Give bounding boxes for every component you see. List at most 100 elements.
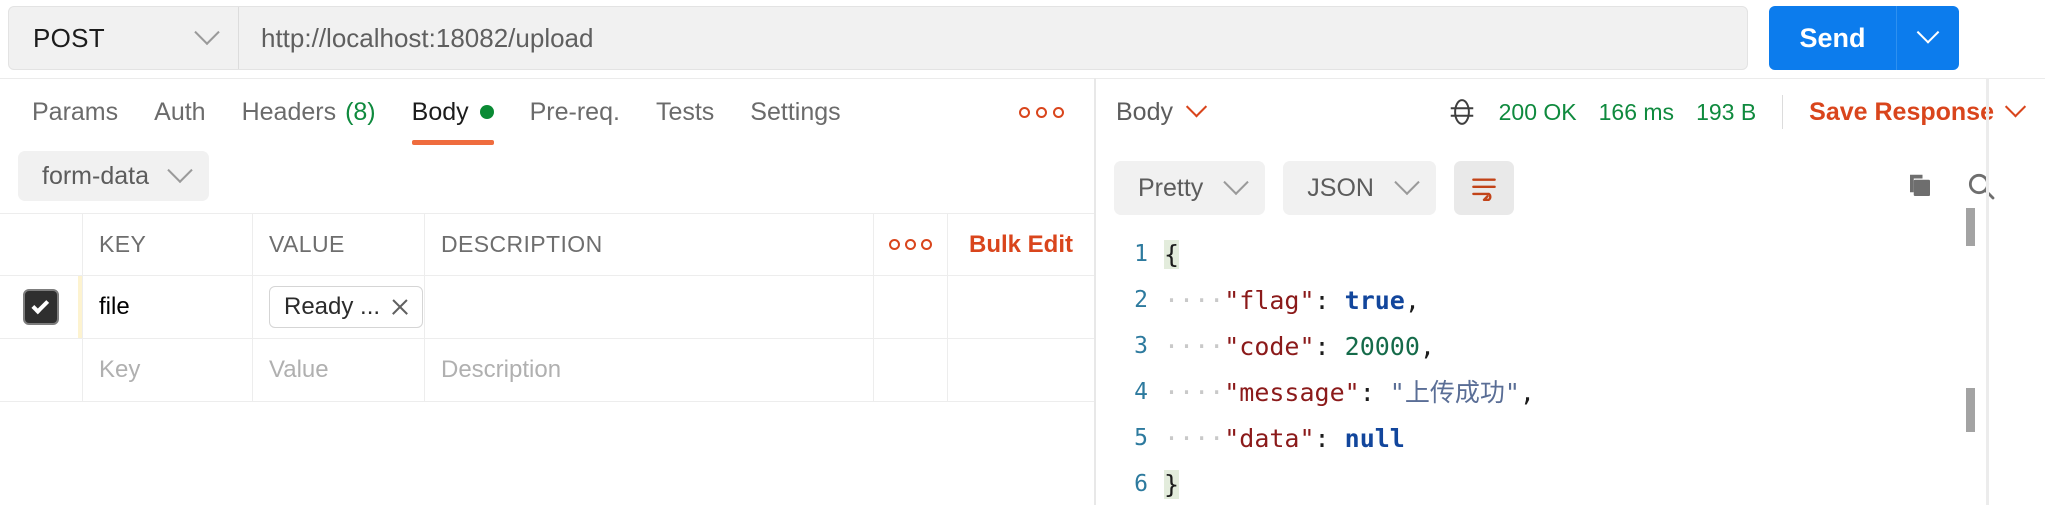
bulk-edit-button[interactable]: Bulk Edit <box>948 214 1094 275</box>
copy-icon[interactable] <box>1905 171 1935 206</box>
token-ind: ···· <box>1164 377 1225 407</box>
code-line-text: { <box>1164 239 1180 269</box>
header-cell-checkbox <box>0 214 83 275</box>
ellipsis-dot-icon <box>1019 106 1030 118</box>
token-brace: } <box>1164 469 1180 499</box>
http-method-selector[interactable]: POST <box>9 7 239 69</box>
token-punct: : <box>1314 285 1345 315</box>
token-key: "code" <box>1224 331 1315 361</box>
globe-icon[interactable] <box>1447 97 1477 127</box>
http-method-label: POST <box>33 22 105 53</box>
send-options-button[interactable] <box>1897 6 1959 70</box>
chevron-down-icon <box>1185 95 1208 117</box>
response-time[interactable]: 166 ms <box>1599 99 1674 126</box>
save-response-button[interactable]: Save Response <box>1809 95 2027 127</box>
tab-params[interactable]: Params <box>14 79 136 145</box>
response-section-label: Body <box>1116 97 1173 126</box>
right-edge-divider <box>1986 78 1989 505</box>
wrap-lines-button[interactable] <box>1453 161 1514 215</box>
body-type-selector[interactable]: form-data <box>18 151 209 201</box>
response-section-selector[interactable]: Body <box>1116 95 1208 127</box>
description-placeholder: Description <box>441 356 562 383</box>
new-row-value-input[interactable]: Value <box>253 339 425 401</box>
header-cell-value: VALUE <box>253 214 425 275</box>
response-tools <box>1905 170 2045 207</box>
body-active-dot-icon <box>479 105 494 119</box>
scrollbar-thumb[interactable] <box>1966 388 1975 432</box>
ellipsis-dot-icon <box>889 239 900 250</box>
tab-tests[interactable]: Tests <box>638 79 732 145</box>
chevron-down-icon <box>167 157 193 184</box>
tab-label: Headers <box>241 97 337 126</box>
new-row-description-input[interactable]: Description <box>425 339 874 401</box>
line-number: 1 <box>1134 241 1148 267</box>
chevron-down-icon <box>194 19 220 46</box>
row-key-input[interactable]: file <box>83 276 253 338</box>
table-row-empty: Key Value Description <box>0 339 1094 402</box>
code-line: 4 ····"message": "上传成功", <box>1096 369 2045 415</box>
headers-count-badge: (8) <box>345 97 376 126</box>
row-key-value: file <box>99 293 130 320</box>
ellipsis-dot-icon <box>921 239 932 250</box>
ellipsis-dot-icon <box>1036 106 1047 118</box>
header-label: VALUE <box>269 231 345 257</box>
new-row-key-input[interactable]: Key <box>83 339 253 401</box>
code-line: 6} <box>1096 461 2045 506</box>
line-number: 2 <box>1134 287 1148 313</box>
response-body-code[interactable]: 1{2 ····"flag": true, 3 ····"code": 20000, 4… <box>1096 231 2045 506</box>
response-scrollbar[interactable] <box>1966 78 1975 505</box>
body-type-row: form-data <box>0 145 1094 207</box>
url-input[interactable]: http://localhost:18082/upload <box>239 7 1747 69</box>
tab-label: Tests <box>655 97 715 126</box>
request-tabs: Params Auth Headers (8) Body Pre-req. Te… <box>0 79 1094 145</box>
token-ind: ···· <box>1164 423 1225 453</box>
ellipsis-dot-icon <box>905 239 916 250</box>
response-stats: 200 OK 166 ms 193 B Save Response <box>1447 95 2045 129</box>
request-panel: Params Auth Headers (8) Body Pre-req. Te… <box>0 78 1094 505</box>
response-language-label: JSON <box>1307 173 1374 202</box>
row-checkbox-cell <box>0 339 83 401</box>
tab-label: Body <box>411 97 469 126</box>
response-status[interactable]: 200 OK <box>1499 99 1577 126</box>
response-language-selector[interactable]: JSON <box>1283 161 1436 215</box>
header-label: KEY <box>99 231 147 257</box>
token-key: "flag" <box>1224 285 1315 315</box>
tab-headers[interactable]: Headers (8) <box>224 79 394 145</box>
send-button[interactable]: Send <box>1769 6 1897 70</box>
tab-pre-request[interactable]: Pre-req. <box>512 79 638 145</box>
token-punct: , <box>1404 285 1420 315</box>
row-more-cell[interactable] <box>874 339 948 401</box>
file-chip-label: Ready ... <box>284 293 381 320</box>
token-num: 20000 <box>1344 331 1420 361</box>
response-panel: Body 200 OK 166 ms 193 B Save Response P… <box>1096 78 2045 505</box>
token-punct: , <box>1519 377 1535 407</box>
header-label: DESCRIPTION <box>441 231 603 257</box>
file-chip[interactable]: Ready ... <box>269 286 424 328</box>
tab-body[interactable]: Body <box>394 79 512 145</box>
close-icon[interactable] <box>390 297 410 317</box>
response-view-mode-selector[interactable]: Pretty <box>1114 161 1266 215</box>
row-more-cell[interactable] <box>874 276 948 338</box>
request-tabs-more-button[interactable] <box>1019 106 1064 118</box>
code-line-text: ····"message": "上传成功", <box>1164 380 1535 405</box>
header-cell-description: DESCRIPTION <box>425 214 874 275</box>
tab-settings[interactable]: Settings <box>732 79 858 145</box>
scrollbar-thumb[interactable] <box>1966 208 1975 246</box>
token-key: "data" <box>1224 423 1315 453</box>
row-value-cell[interactable]: Ready ... <box>253 276 425 338</box>
tab-label: Params <box>32 97 119 126</box>
token-ind: ···· <box>1164 331 1225 361</box>
response-format-toolbar: Pretty JSON <box>1096 145 2045 231</box>
tab-label: Pre-req. <box>529 97 620 126</box>
tab-auth[interactable]: Auth <box>136 79 223 145</box>
chevron-down-icon <box>1223 169 1250 196</box>
token-punct: : <box>1359 377 1390 407</box>
form-data-table: KEY VALUE DESCRIPTION Bulk Edit file Rea… <box>0 213 1094 402</box>
response-size[interactable]: 193 B <box>1696 99 1756 126</box>
row-bulk-cell <box>948 276 1094 338</box>
table-more-options-button[interactable] <box>874 214 948 275</box>
row-enabled-checkbox[interactable] <box>23 289 59 325</box>
row-description-input[interactable] <box>425 276 874 338</box>
header-cell-key: KEY <box>83 214 253 275</box>
value-placeholder: Value <box>269 356 329 383</box>
